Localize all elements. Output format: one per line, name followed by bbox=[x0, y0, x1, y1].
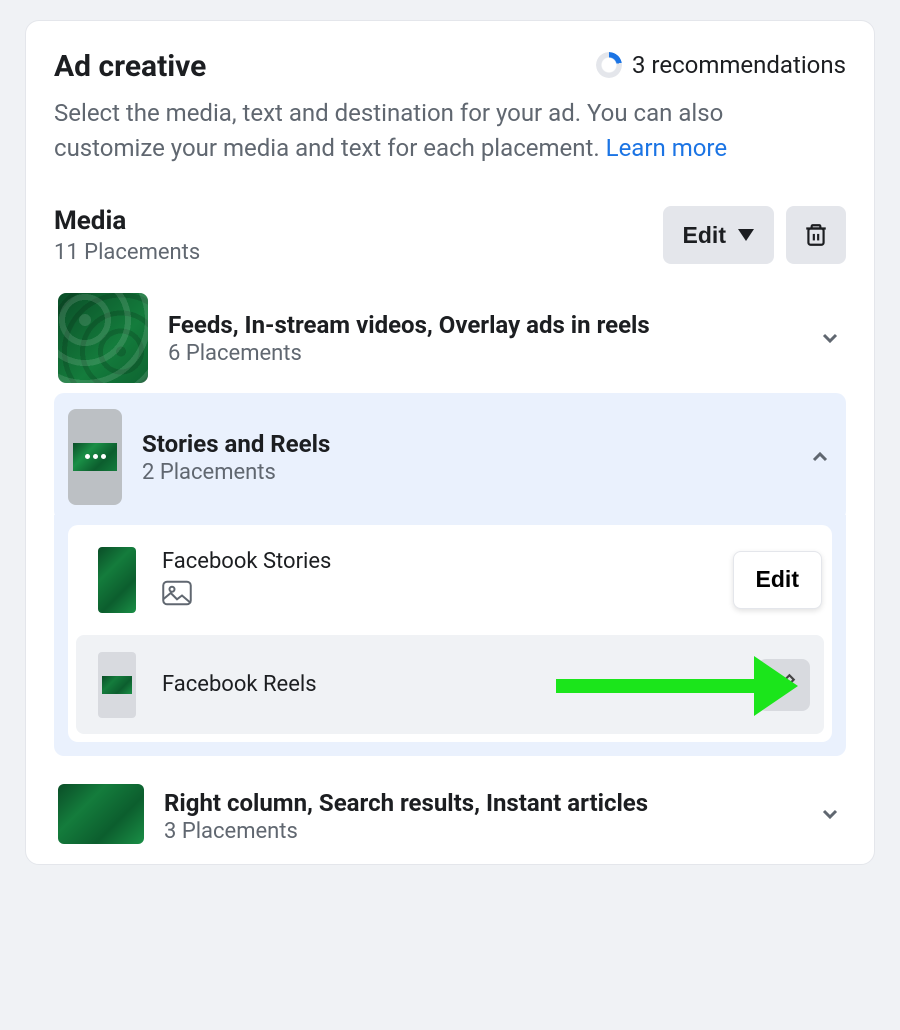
edit-pencil-button[interactable] bbox=[758, 659, 810, 711]
placement-group-right-column[interactable]: Right column, Search results, Instant ar… bbox=[54, 774, 846, 854]
edit-dropdown-button[interactable]: Edit bbox=[663, 206, 774, 264]
media-placements-count: 11 Placements bbox=[54, 240, 200, 265]
group-body: Right column, Search results, Instant ar… bbox=[164, 784, 798, 844]
caret-down-icon bbox=[738, 229, 754, 241]
group-body: Stories and Reels 2 Placements bbox=[142, 429, 788, 485]
progress-spinner-icon bbox=[596, 52, 622, 78]
placement-name: Facebook Stories bbox=[162, 549, 810, 574]
group-sub: 3 Placements bbox=[164, 819, 798, 844]
placement-thumbnail bbox=[98, 652, 136, 718]
placement-thumbnail bbox=[98, 547, 136, 613]
placement-facebook-reels[interactable]: Facebook Reels bbox=[76, 635, 824, 734]
placement-group-stories-reels[interactable]: Stories and Reels 2 Placements bbox=[54, 393, 846, 521]
media-title: Media bbox=[54, 206, 200, 236]
placement-body: Facebook Reels bbox=[162, 672, 732, 697]
media-header: Media 11 Placements Edit bbox=[54, 206, 846, 265]
learn-more-link[interactable]: Learn more bbox=[606, 134, 727, 162]
chevron-down-icon bbox=[818, 326, 842, 350]
page-title: Ad creative bbox=[54, 49, 206, 84]
recommendations-text: 3 recommendations bbox=[632, 51, 846, 79]
trash-icon bbox=[803, 220, 829, 250]
media-thumbnail bbox=[58, 293, 148, 383]
ad-creative-card: Ad creative 3 recommendations Select the… bbox=[25, 20, 875, 865]
group-sub: 6 Placements bbox=[168, 341, 798, 366]
group-title: Feeds, In-stream videos, Overlay ads in … bbox=[168, 310, 798, 341]
chevron-up-icon bbox=[808, 445, 832, 469]
header-description: Select the media, text and destination f… bbox=[54, 96, 834, 166]
placement-body: Facebook Stories bbox=[162, 549, 810, 610]
edit-label: Edit bbox=[683, 222, 726, 249]
header-row: Ad creative 3 recommendations bbox=[54, 49, 846, 84]
recommendations-link[interactable]: 3 recommendations bbox=[596, 51, 846, 79]
group-title: Stories and Reels bbox=[142, 429, 788, 460]
group-body: Feeds, In-stream videos, Overlay ads in … bbox=[168, 310, 798, 366]
stories-placements-list: Facebook Stories Edit Facebook Reels bbox=[68, 525, 832, 742]
story-preview-icon bbox=[73, 443, 117, 471]
image-icon bbox=[162, 580, 810, 610]
stories-phone-thumbnail bbox=[68, 409, 122, 505]
chevron-down-icon bbox=[818, 802, 842, 826]
stories-expanded-panel: Facebook Stories Edit Facebook Reels bbox=[54, 515, 846, 756]
placement-facebook-stories[interactable]: Facebook Stories Edit bbox=[68, 525, 832, 635]
media-actions: Edit bbox=[663, 206, 846, 264]
media-heading: Media 11 Placements bbox=[54, 206, 200, 265]
edit-placement-button[interactable]: Edit bbox=[733, 551, 822, 609]
pencil-icon bbox=[771, 672, 797, 698]
group-title: Right column, Search results, Instant ar… bbox=[164, 788, 798, 819]
media-thumbnail bbox=[58, 784, 144, 844]
placement-name: Facebook Reels bbox=[162, 672, 732, 697]
group-sub: 2 Placements bbox=[142, 460, 788, 485]
placement-group-feeds[interactable]: Feeds, In-stream videos, Overlay ads in … bbox=[54, 283, 846, 393]
delete-button[interactable] bbox=[786, 206, 846, 264]
